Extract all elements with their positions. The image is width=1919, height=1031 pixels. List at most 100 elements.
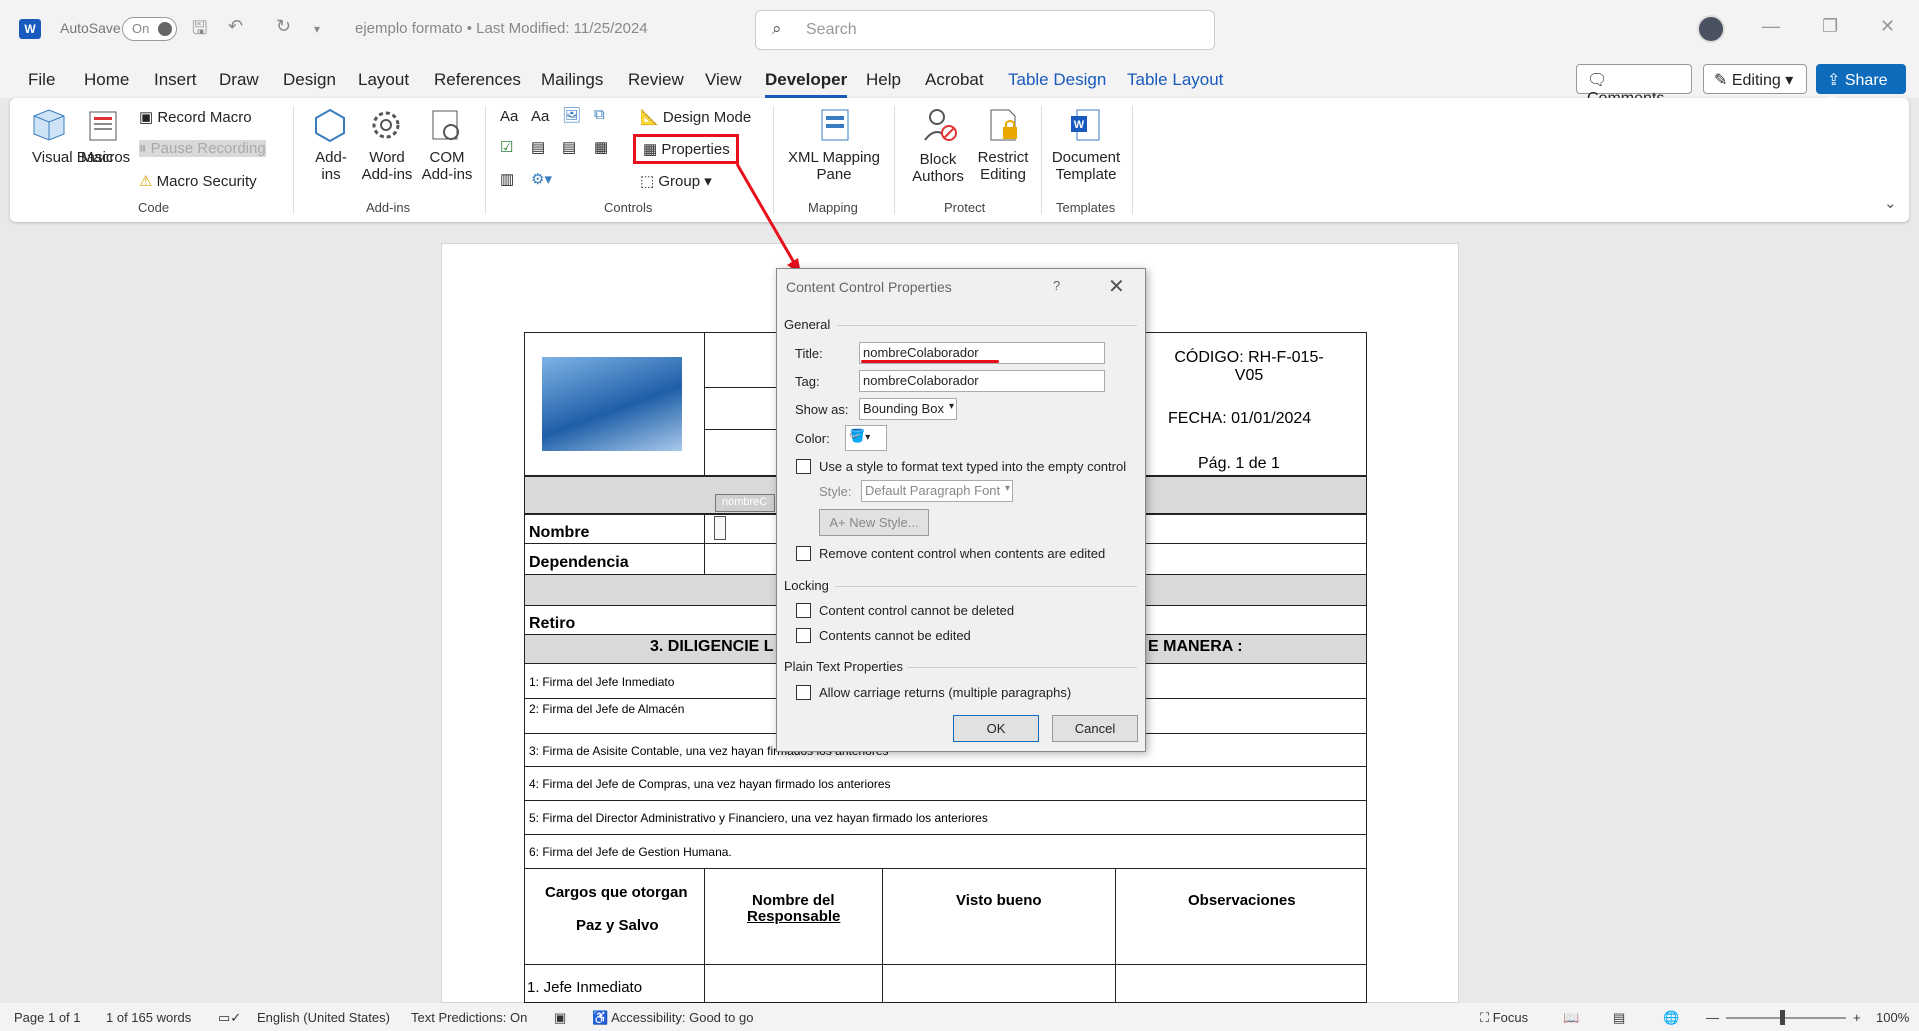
jefe-inmediato-text: 1. Jefe Inmediato xyxy=(527,979,643,996)
title-label: Title: xyxy=(795,346,823,361)
collapse-ribbon-icon[interactable]: ⌄ xyxy=(1884,194,1897,212)
document-template-button[interactable]: Document Template xyxy=(1046,149,1126,183)
content-control-tag[interactable]: nombreC xyxy=(715,494,775,512)
ok-button[interactable]: OK xyxy=(953,715,1039,742)
close-icon[interactable]: ✕ xyxy=(1108,274,1125,299)
pause-recording-button[interactable]: ⏸ Pause Recording xyxy=(139,140,266,157)
help-icon[interactable]: ? xyxy=(1053,278,1060,293)
tab-layout[interactable]: Layout xyxy=(358,70,409,90)
gear-icon xyxy=(372,111,400,139)
print-layout-icon[interactable]: ▤ xyxy=(1613,1010,1625,1026)
tab-design[interactable]: Design xyxy=(283,70,336,90)
tab-help[interactable]: Help xyxy=(866,70,901,90)
editing-button[interactable]: ✎ Editing ▾ xyxy=(1703,64,1807,94)
undo-icon[interactable]: ↶ xyxy=(228,16,243,37)
language[interactable]: English (United States) xyxy=(257,1010,390,1025)
tab-insert[interactable]: Insert xyxy=(154,70,197,90)
use-style-checkbox[interactable] xyxy=(796,459,811,474)
color-picker[interactable]: 🪣▾ xyxy=(845,425,887,451)
page-number-text: Pág. 1 de 1 xyxy=(1198,455,1280,472)
xml-mapping-pane-button[interactable]: XML Mapping Pane xyxy=(786,149,882,183)
autosave-toggle[interactable]: On xyxy=(122,17,177,41)
restore-icon[interactable]: ❐ xyxy=(1822,16,1838,37)
customize-qat-icon[interactable]: ▾ xyxy=(314,22,320,36)
zoom-slider-thumb[interactable] xyxy=(1780,1010,1785,1025)
nombre-label: Nombre xyxy=(529,524,590,541)
text-predictions[interactable]: Text Predictions: On xyxy=(411,1010,527,1025)
building-block-icon[interactable]: ⧉ xyxy=(594,106,605,123)
macros-button[interactable]: Macros xyxy=(81,149,130,166)
rich-text-control-icon[interactable]: Aa xyxy=(500,108,518,125)
group-label-add-ins: Add-ins xyxy=(366,200,411,215)
combo-box-icon[interactable]: ▤ xyxy=(531,138,545,156)
style-select[interactable]: Default Paragraph Font ▾ xyxy=(861,480,1013,502)
zoom-in-icon[interactable]: + xyxy=(1853,1010,1861,1025)
macro-record-icon[interactable]: ▣ xyxy=(554,1010,566,1026)
search-input[interactable]: ⌕ Search xyxy=(755,10,1215,50)
web-layout-icon[interactable]: 🌐 xyxy=(1663,1010,1679,1026)
legacy-tools-icon[interactable]: ⚙▾ xyxy=(531,170,552,188)
tab-review[interactable]: Review xyxy=(628,70,684,90)
focus-icon: ⛶ xyxy=(1480,1010,1493,1025)
close-icon[interactable]: ✕ xyxy=(1880,16,1895,37)
tab-mailings[interactable]: Mailings xyxy=(541,70,603,90)
restrict-editing-icon xyxy=(990,109,1017,141)
block-authors-button[interactable]: Block Authors xyxy=(902,151,974,185)
new-style-button[interactable]: A+ New Style... xyxy=(819,509,929,536)
plain-text-control-icon[interactable]: Aa xyxy=(531,108,549,125)
redo-icon[interactable]: ↻ xyxy=(276,16,291,37)
share-button[interactable]: ⇪ Share ▾ xyxy=(1816,64,1906,109)
share-icon: ⇪ xyxy=(1827,72,1845,89)
remove-control-checkbox[interactable] xyxy=(796,546,811,561)
read-mode-icon[interactable]: 📖 xyxy=(1563,1010,1579,1026)
zoom-level[interactable]: 100% xyxy=(1876,1010,1909,1025)
proofing-icon[interactable]: ▭✓ xyxy=(218,1010,241,1026)
tab-draw[interactable]: Draw xyxy=(219,70,259,90)
comments-button[interactable]: 🗨 Comments xyxy=(1576,64,1692,107)
paint-bucket-icon: 🪣 xyxy=(849,428,866,443)
status-bar: Page 1 of 1 1 of 165 words ▭✓ English (U… xyxy=(0,1003,1919,1031)
page-count[interactable]: Page 1 of 1 xyxy=(14,1010,81,1025)
style-label: Style: xyxy=(819,484,852,499)
accessibility-status[interactable]: ♿ Accessibility: Good to go xyxy=(592,1010,753,1026)
avatar[interactable] xyxy=(1697,15,1725,43)
cannot-edit-checkbox[interactable] xyxy=(796,628,811,643)
tab-view[interactable]: View xyxy=(705,70,742,90)
tab-table-design[interactable]: Table Design xyxy=(1008,70,1106,90)
picture-control-icon[interactable]: 🖼 xyxy=(562,106,581,124)
cannot-delete-checkbox[interactable] xyxy=(796,603,811,618)
com-add-ins-button[interactable]: COM Add-ins xyxy=(420,149,474,183)
word-count[interactable]: 1 of 165 words xyxy=(106,1010,191,1025)
tab-references[interactable]: References xyxy=(434,70,521,90)
word-add-ins-button[interactable]: Word Add-ins xyxy=(360,149,414,183)
date-picker-icon[interactable]: ▦ xyxy=(594,138,608,156)
tag-field[interactable]: nombreColaborador xyxy=(859,370,1105,392)
save-icon[interactable]: 🖫 xyxy=(192,16,207,46)
design-mode-button[interactable]: 📐 Design Mode xyxy=(640,108,751,126)
dropdown-list-icon[interactable]: ▤ xyxy=(562,138,576,156)
add-ins-button[interactable]: Add-ins xyxy=(313,149,349,183)
carriage-return-checkbox[interactable] xyxy=(796,685,811,700)
focus-button[interactable]: ⛶ Focus xyxy=(1480,1010,1528,1026)
cancel-button[interactable]: Cancel xyxy=(1052,715,1138,742)
tab-developer[interactable]: Developer xyxy=(765,70,848,98)
tab-file[interactable]: File xyxy=(28,70,55,90)
color-label: Color: xyxy=(795,431,830,446)
show-as-select[interactable]: Bounding Box ▾ xyxy=(859,398,957,420)
group-label-mapping: Mapping xyxy=(808,200,858,215)
minimize-icon[interactable]: — xyxy=(1762,16,1780,37)
row-4-text: 4: Firma del Jefe de Compras, una vez ha… xyxy=(529,777,891,791)
tab-acrobat[interactable]: Acrobat xyxy=(925,70,984,90)
content-control-box[interactable] xyxy=(714,516,726,540)
tab-home[interactable]: Home xyxy=(84,70,129,90)
record-macro-button[interactable]: ▣ Record Macro xyxy=(139,108,252,126)
repeating-section-icon[interactable]: ▥ xyxy=(500,170,514,188)
restrict-editing-button[interactable]: Restrict Editing xyxy=(971,149,1035,183)
zoom-slider[interactable] xyxy=(1726,1017,1846,1019)
zoom-out-icon[interactable]: — xyxy=(1706,1010,1719,1025)
group-button[interactable]: ⬚ Group ▾ xyxy=(640,172,712,190)
macro-security-button[interactable]: ⚠ Macro Security xyxy=(139,172,257,190)
document-title[interactable]: ejemplo formato • Last Modified: 11/25/2… xyxy=(355,20,648,37)
checkbox-control-icon[interactable]: ☑ xyxy=(500,138,513,156)
tab-table-layout[interactable]: Table Layout xyxy=(1127,70,1223,90)
